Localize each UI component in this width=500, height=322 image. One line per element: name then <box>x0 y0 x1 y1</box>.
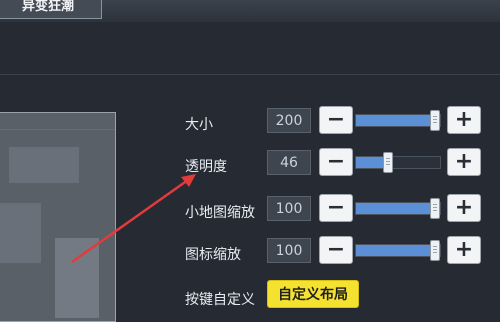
annotation-arrow <box>71 174 196 264</box>
arrow-head <box>181 174 196 187</box>
arrow-shaft <box>71 178 189 264</box>
